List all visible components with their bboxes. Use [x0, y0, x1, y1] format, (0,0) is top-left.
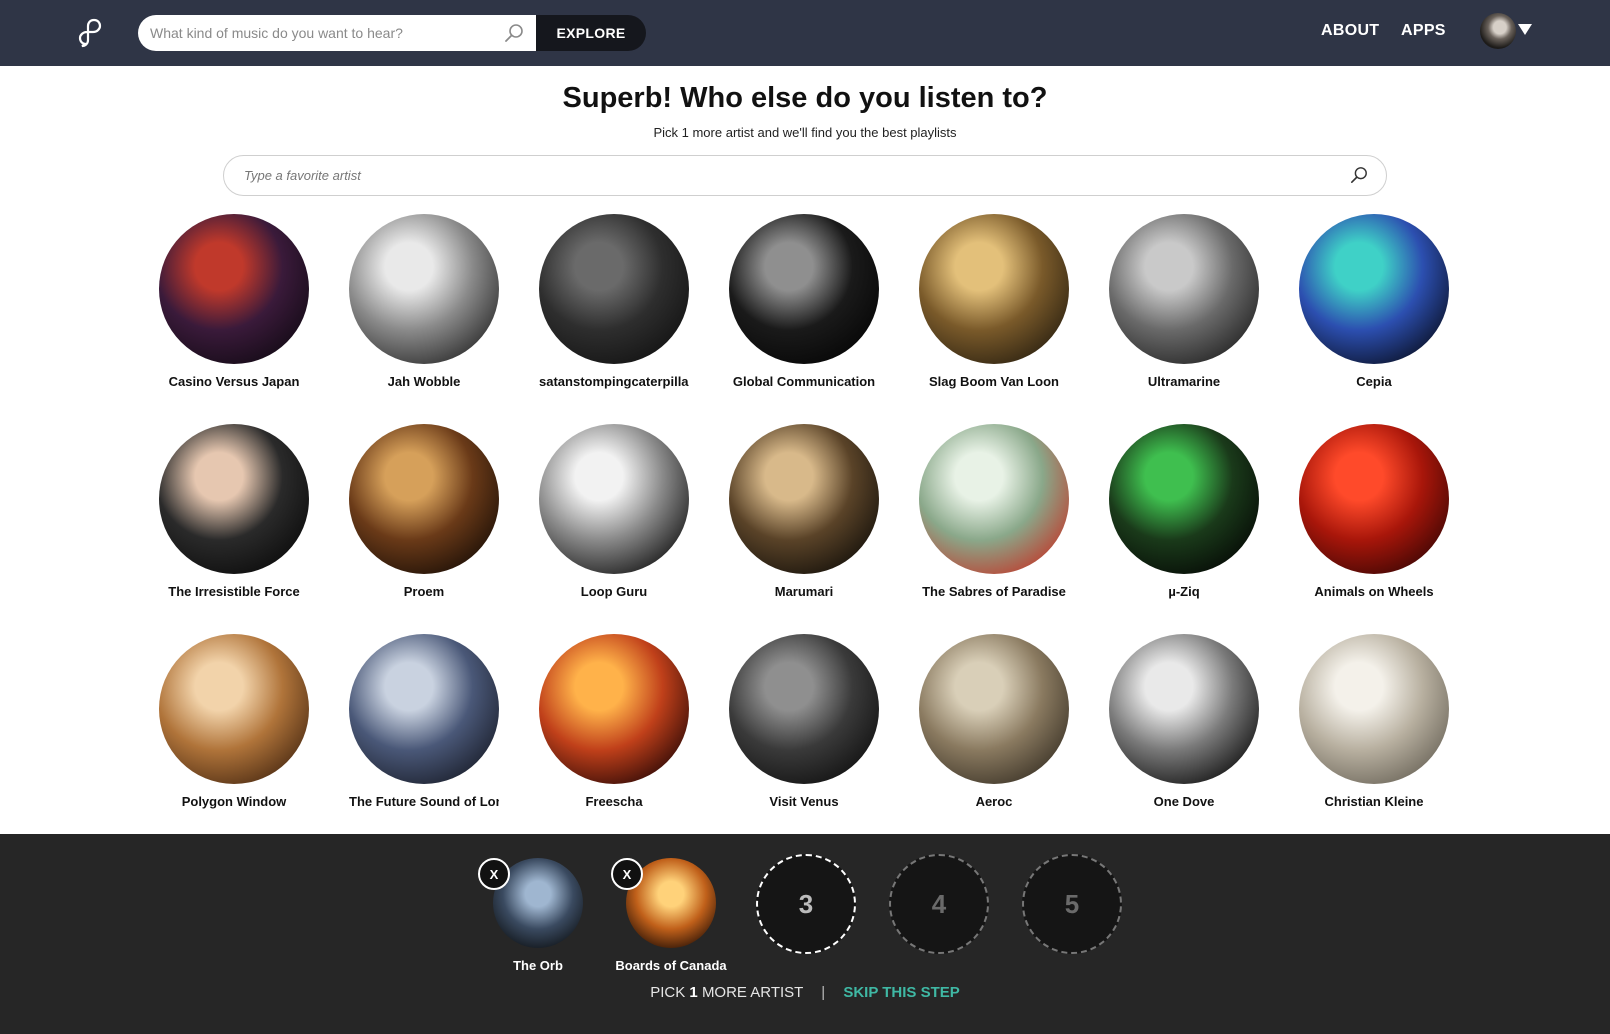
artist-name: The Irresistible Force: [168, 584, 300, 599]
artist-name: Casino Versus Japan: [168, 374, 300, 389]
artist-card[interactable]: One Dove: [1089, 634, 1279, 834]
selected-artist-name: Boards of Canada: [615, 958, 727, 973]
page-title: Superb! Who else do you listen to?: [562, 82, 1048, 114]
search-icon[interactable]: [504, 23, 524, 43]
artist-photo[interactable]: [1109, 634, 1259, 784]
empty-artist-slot: 5: [1022, 854, 1122, 954]
artist-photo[interactable]: [919, 634, 1069, 784]
artist-photo[interactable]: [1299, 214, 1449, 364]
music-search-input[interactable]: [150, 15, 500, 51]
empty-artist-slot: 4: [889, 854, 989, 954]
explore-button[interactable]: EXPLORE: [536, 15, 646, 51]
music-search-box: [138, 15, 536, 51]
page-subtitle: Pick 1 more artist and we'll find you th…: [653, 125, 957, 140]
remove-artist-button[interactable]: X: [478, 858, 510, 890]
artist-photo[interactable]: [1299, 634, 1449, 784]
artist-card[interactable]: Jah Wobble: [329, 214, 519, 414]
artist-photo[interactable]: [159, 214, 309, 364]
artist-card[interactable]: The Future Sound of London: [329, 634, 519, 834]
artist-search-box: [223, 155, 1387, 196]
artist-photo[interactable]: [729, 424, 879, 574]
artist-photo[interactable]: [729, 214, 879, 364]
artist-grid: Casino Versus Japan Jah Wobble satanstompi…: [0, 214, 1610, 834]
artist-card[interactable]: Polygon Window: [139, 634, 329, 834]
artist-card[interactable]: Casino Versus Japan: [139, 214, 329, 414]
artist-photo[interactable]: [349, 634, 499, 784]
selected-artist-slot: X Boards of Canada: [611, 834, 731, 974]
nav-about-link[interactable]: ABOUT: [1321, 22, 1379, 40]
artist-card[interactable]: Ultramarine: [1089, 214, 1279, 414]
artist-card[interactable]: Visit Venus: [709, 634, 899, 834]
nav-apps-link[interactable]: APPS: [1401, 22, 1446, 40]
artist-name: Visit Venus: [769, 794, 839, 809]
artist-name: Global Communication: [732, 374, 876, 389]
artist-name: Marumari: [774, 584, 834, 599]
artist-card[interactable]: Slag Boom Van Loon: [899, 214, 1089, 414]
artist-photo[interactable]: [919, 214, 1069, 364]
artist-photo[interactable]: [539, 214, 689, 364]
artist-name: The Future Sound of London: [349, 794, 499, 809]
artist-name: Aeroc: [975, 794, 1013, 809]
artist-card[interactable]: Christian Kleine: [1279, 634, 1469, 834]
artist-photo[interactable]: [919, 424, 1069, 574]
status-separator: |: [821, 984, 826, 1001]
remove-artist-button[interactable]: X: [611, 858, 643, 890]
artist-photo[interactable]: [349, 214, 499, 364]
artist-photo[interactable]: [159, 634, 309, 784]
artist-name: Slag Boom Van Loon: [928, 374, 1059, 389]
chevron-down-icon[interactable]: [1518, 24, 1532, 35]
artist-photo[interactable]: [1109, 214, 1259, 364]
artist-card[interactable]: The Sabres of Paradise: [899, 424, 1089, 624]
artist-name: Freescha: [585, 794, 643, 809]
artist-name: µ-Ziq: [1168, 584, 1200, 599]
artist-photo[interactable]: [159, 424, 309, 574]
pick-status-suffix: MORE ARTIST: [701, 984, 804, 1001]
pick-status: PICK 1 MORE ARTIST | SKIP THIS STEP: [0, 984, 1610, 1001]
artist-card[interactable]: Proem: [329, 424, 519, 624]
artist-card[interactable]: Freescha: [519, 634, 709, 834]
selection-tray: X The Orb X Boards of Canada 3 4 5 PICK …: [0, 834, 1610, 1034]
artist-photo[interactable]: [1299, 424, 1449, 574]
artist-card[interactable]: Aeroc: [899, 634, 1089, 834]
artist-card[interactable]: µ-Ziq: [1089, 424, 1279, 624]
pick-status-prefix: PICK: [650, 984, 686, 1001]
artist-name: The Sabres of Paradise: [922, 584, 1066, 599]
artist-card[interactable]: satanstompingcaterpillars: [519, 214, 709, 414]
artist-name: Jah Wobble: [387, 374, 461, 389]
artist-name: Polygon Window: [181, 794, 287, 809]
top-navigation-bar: EXPLORE ABOUT APPS: [0, 0, 1610, 66]
artist-name: Christian Kleine: [1324, 794, 1424, 809]
artist-name: One Dove: [1153, 794, 1215, 809]
artist-photo[interactable]: [539, 424, 689, 574]
artist-name: Ultramarine: [1147, 374, 1221, 389]
selected-artist-slot: X The Orb: [478, 834, 598, 974]
user-avatar[interactable]: [1480, 13, 1516, 49]
artist-card[interactable]: Global Communication: [709, 214, 899, 414]
artist-name: satanstompingcaterpillars: [539, 374, 689, 389]
artist-photo[interactable]: [729, 634, 879, 784]
pick-count: 1: [689, 984, 698, 1001]
artist-photo[interactable]: [1109, 424, 1259, 574]
artist-name: Animals on Wheels: [1314, 584, 1434, 599]
empty-artist-slot: 3: [756, 854, 856, 954]
artist-name: Loop Guru: [580, 584, 648, 599]
artist-card[interactable]: Marumari: [709, 424, 899, 624]
skip-step-link[interactable]: SKIP THIS STEP: [843, 984, 959, 1001]
artist-card[interactable]: Animals on Wheels: [1279, 424, 1469, 624]
logo-icon[interactable]: [76, 18, 108, 50]
artist-card[interactable]: Cepia: [1279, 214, 1469, 414]
artist-name: Cepia: [1356, 374, 1392, 389]
artist-card[interactable]: Loop Guru: [519, 424, 709, 624]
artist-name: Proem: [403, 584, 445, 599]
artist-card[interactable]: The Irresistible Force: [139, 424, 329, 624]
search-icon[interactable]: [1350, 166, 1368, 184]
artist-photo[interactable]: [539, 634, 689, 784]
artist-photo[interactable]: [349, 424, 499, 574]
artist-search-input[interactable]: [244, 156, 1324, 195]
